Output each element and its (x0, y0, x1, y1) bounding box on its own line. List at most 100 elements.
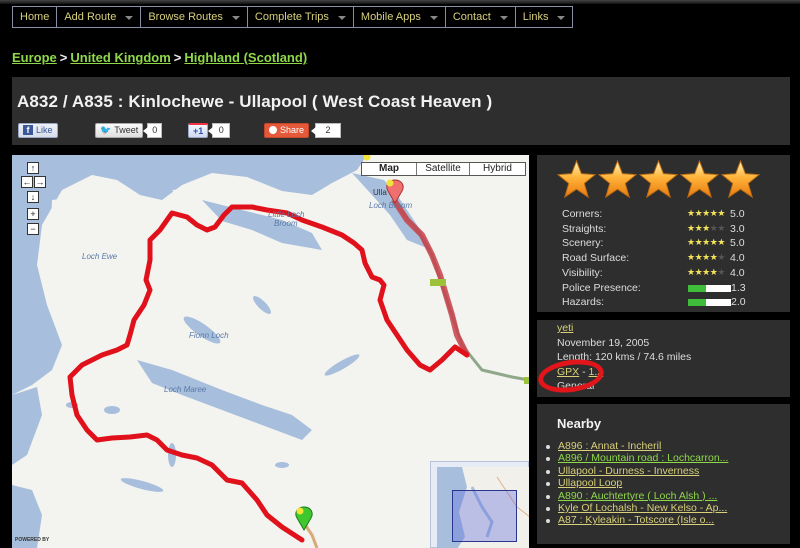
breadcrumb-europe[interactable]: Europe (12, 50, 57, 65)
nav-browse-routes[interactable]: Browse Routes (140, 6, 247, 28)
star-empty-icon: ★ (717, 252, 725, 263)
rating-label: Visibility: (562, 266, 603, 279)
overview-map[interactable] (430, 461, 529, 548)
google-plus-one: +1 0 (188, 122, 231, 138)
star-filled-icon: ★ (702, 266, 710, 277)
share-count: 2 (311, 122, 342, 138)
nav-label: Links (522, 11, 549, 23)
facebook-like-label: Like (36, 125, 53, 135)
nav-links[interactable]: Links (514, 6, 574, 28)
star-icon (680, 160, 719, 199)
nearby-title: Nearby (557, 416, 602, 431)
author-link[interactable]: yeti (557, 322, 573, 334)
rating-label: Police Presence: (562, 281, 641, 294)
breadcrumb-united-kingdom[interactable]: United Kingdom (70, 50, 170, 65)
nav-home[interactable]: Home (12, 6, 57, 28)
top-border (0, 0, 800, 4)
rating-bar-fill (688, 284, 707, 292)
waypoint-icon (363, 155, 371, 161)
rating-stars: ★★★★★ (687, 252, 725, 263)
rating-bar-fill (688, 299, 707, 307)
nearby-link[interactable]: A896 : Annat - Incheril (558, 440, 661, 452)
star-icon (598, 160, 637, 199)
nav-label: Add Route (64, 11, 117, 23)
nav-label: Mobile Apps (360, 11, 421, 23)
star-icon (557, 160, 596, 199)
rating-stars: ★★★★★ (687, 223, 725, 234)
rating-value: 1.3 (731, 281, 746, 294)
chevron-down-icon (557, 16, 566, 20)
nav-add-route[interactable]: Add Route (56, 6, 141, 28)
breadcrumb-separator: > (173, 50, 182, 65)
nearby-item: Kyle Of Lochalsh - New Kelso - Ap... (545, 502, 728, 514)
overall-rating (557, 160, 762, 199)
route-date: November 19, 2005 (557, 337, 650, 349)
waypoint-icon (296, 507, 304, 515)
rating-row: Corners: ★★★★★ 5.0 (562, 208, 772, 222)
waypoint-icon (386, 179, 394, 187)
star-filled-icon: ★ (717, 208, 725, 218)
map-label-little-loch-broom: Little Loch (268, 210, 305, 219)
nearby-link[interactable]: Ullapool Loop (558, 477, 622, 489)
map-type-satellite[interactable]: Satellite (416, 163, 469, 175)
star-filled-icon: ★ (717, 237, 725, 248)
nearby-item: A896 : Annat - Incheril (545, 440, 728, 452)
star-filled-icon: ★ (702, 208, 710, 218)
nav-mobile-apps[interactable]: Mobile Apps (352, 6, 445, 28)
nearby-link[interactable]: A890 : Auchtertyre ( Loch Alsh ) ... (558, 490, 717, 502)
star-filled-icon: ★ (687, 237, 695, 248)
google-plus-one-button[interactable]: +1 (188, 122, 209, 138)
share-button[interactable]: Share (264, 122, 310, 138)
chevron-down-icon (429, 16, 438, 20)
facebook-like-button[interactable]: f Like (18, 122, 58, 138)
map-label-fionn-loch: Fionn Loch (189, 331, 229, 340)
bird-icon: 🐦 (100, 124, 112, 135)
map-type-hybrid[interactable]: Hybrid (469, 163, 525, 175)
google-plus-count: 0 (208, 122, 231, 138)
rating-label: Hazards: (562, 296, 605, 309)
zoom-out-button[interactable]: − (27, 223, 39, 235)
rating-stars: ★★★★★ (687, 208, 725, 219)
facebook-icon: f (23, 125, 33, 135)
nearby-item: A87 : Kyleakin - Totscore (Isle o... (545, 514, 728, 526)
breadcrumb-highland[interactable]: Highland (Scotland) (184, 50, 307, 65)
star-filled-icon: ★ (687, 266, 695, 277)
star-icon (721, 160, 760, 199)
zoom-in-button[interactable]: + (27, 208, 39, 220)
star-empty-icon: ★ (717, 222, 725, 233)
road-shield-icon (430, 279, 446, 286)
share-label: Share (280, 125, 305, 135)
tweet-button[interactable]: 🐦 Tweet (95, 122, 144, 138)
share-icon (269, 126, 277, 134)
nav-label: Browse Routes (148, 11, 223, 23)
nav-label: Complete Trips (254, 11, 329, 23)
overview-viewport[interactable] (452, 490, 517, 542)
map-label-little-loch-broom-2: Broom (274, 219, 298, 228)
nearby-link[interactable]: Kyle Of Lochalsh - New Kelso - Ap... (558, 502, 727, 514)
star-filled-icon: ★ (687, 208, 695, 218)
nearby-item: Ullapool Loop (545, 477, 728, 489)
route-map[interactable]: Loch Ewe Little Loch Broom Fionn Loch Lo… (12, 155, 529, 548)
nearby-link[interactable]: A896 / Mountain road : Lochcarron... (558, 452, 728, 464)
pan-right-button[interactable]: → (34, 176, 46, 188)
tweet-label: Tweet (114, 125, 139, 135)
pan-up-button[interactable]: ↑ (27, 162, 39, 174)
rating-value: 2.0 (731, 296, 746, 309)
nav-label: Home (20, 11, 50, 23)
powered-by-label: POWERED BY (15, 537, 50, 543)
map-label-loch-ewe: Loch Ewe (82, 252, 118, 261)
star-filled-icon: ★ (702, 222, 710, 233)
pan-down-button[interactable]: ↓ (27, 191, 39, 203)
rating-row: Road Surface: ★★★★★ 4.0 (562, 252, 772, 266)
map-label-loch-maree: Loch Maree (164, 385, 207, 394)
nearby-link[interactable]: Ullapool - Durness - Inverness (558, 465, 699, 477)
nearby-item: Ullapool - Durness - Inverness (545, 465, 728, 477)
nearby-link[interactable]: A87 : Kyleakin - Totscore (Isle o... (558, 514, 714, 526)
map-type-map[interactable]: Map (362, 163, 416, 175)
pan-left-button[interactable]: ← (21, 176, 33, 188)
nav-complete-trips[interactable]: Complete Trips (246, 6, 353, 28)
rating-row: Straights: ★★★★★ 3.0 (562, 223, 772, 237)
nav-contact[interactable]: Contact (444, 6, 515, 28)
chevron-down-icon (125, 16, 134, 20)
nearby-panel: Nearby A896 : Annat - Incheril A896 / Mo… (537, 404, 790, 544)
